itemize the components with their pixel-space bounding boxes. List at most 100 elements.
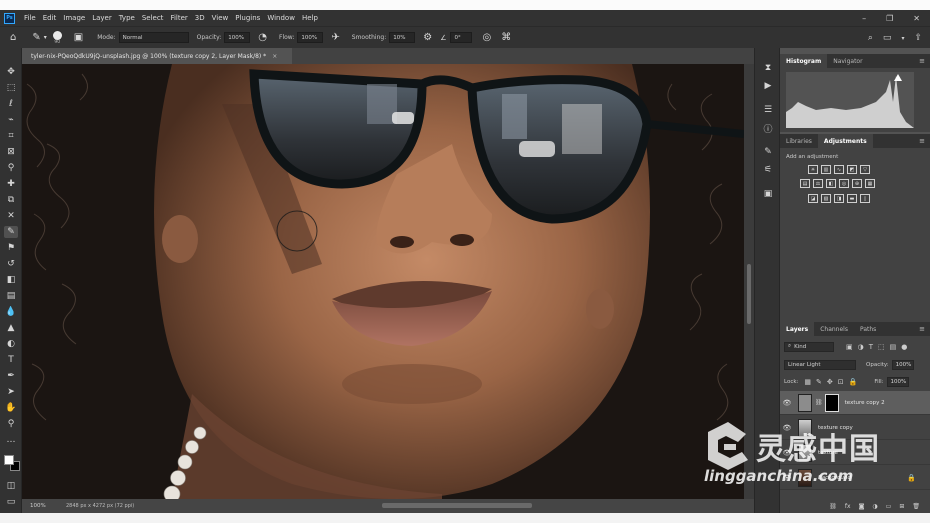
visibility-eye-icon[interactable]: 👁 — [780, 449, 794, 457]
workspace-icon[interactable]: ▭ — [883, 33, 892, 43]
home-icon[interactable]: ⌂ — [10, 32, 16, 43]
visibility-eye-icon[interactable]: 👁 — [780, 424, 794, 432]
zoom-icon[interactable]: ⚲ — [4, 418, 18, 430]
channel-mixer-icon[interactable]: ⊕ — [852, 179, 862, 188]
content-aware-icon[interactable]: ✕ — [4, 210, 18, 222]
layer-opacity-field[interactable]: 100% — [891, 359, 914, 370]
visibility-eye-icon[interactable]: 👁 — [780, 399, 794, 407]
gear-icon[interactable]: ⚙ — [423, 32, 432, 43]
brushes-icon[interactable]: ✎ — [762, 146, 774, 158]
document-tab[interactable]: tyler-nix-PQeoQdkU9jQ-unsplash.jpg @ 100… — [22, 48, 292, 64]
tab-channels[interactable]: Channels — [814, 322, 854, 336]
brush-settings-icon[interactable]: ▣ — [74, 32, 83, 43]
tab-paths[interactable]: Paths — [854, 322, 882, 336]
menu-help[interactable]: Help — [302, 14, 318, 22]
type-icon[interactable]: T — [4, 354, 18, 366]
posterize-icon[interactable]: ▧ — [821, 194, 831, 203]
selective-color-icon[interactable]: ▯ — [860, 194, 870, 203]
menu-filter[interactable]: Filter — [170, 14, 187, 22]
lock-icons[interactable]: ▦✎✥⊡🔒 — [804, 378, 862, 386]
angle-icon[interactable]: ∠ — [440, 34, 446, 42]
tab-histogram[interactable]: Histogram — [780, 54, 828, 68]
layer-row[interactable]: 👁 texture — [780, 441, 930, 465]
brush-settings-icon[interactable]: ⚟ — [762, 164, 774, 176]
curves-icon[interactable]: ∿ — [834, 165, 844, 174]
pressure-opacity-icon[interactable]: ◔ — [258, 32, 267, 43]
menu-window[interactable]: Window — [267, 14, 295, 22]
mode-select[interactable]: Normal — [118, 32, 189, 43]
exposure-icon[interactable]: ◩ — [847, 165, 857, 174]
info-icon[interactable]: ⓘ — [762, 122, 774, 135]
frame-icon[interactable]: ⊠ — [4, 146, 18, 158]
angle-field[interactable]: 0° — [450, 32, 473, 43]
chain-link-icon[interactable]: ⛓ — [815, 399, 823, 406]
minimize-icon[interactable]: – — [862, 14, 866, 23]
gradient-icon[interactable]: ▤ — [4, 290, 18, 302]
vibrance-icon[interactable]: ▽ — [860, 165, 870, 174]
eraser-icon[interactable]: ◧ — [4, 274, 18, 286]
actions-play-icon[interactable]: ▶ — [762, 80, 774, 92]
healing-icon[interactable]: ✚ — [4, 178, 18, 190]
chevron-down-icon[interactable]: ▾ — [44, 34, 47, 41]
screen-mode-icon[interactable]: ▭ — [4, 496, 18, 508]
vertical-scrollbar[interactable] — [744, 64, 754, 499]
pen-icon[interactable]: ✒ — [4, 370, 18, 382]
close-tab-icon[interactable]: × — [272, 53, 277, 60]
stamp-icon[interactable]: ⚑ — [4, 242, 18, 254]
quick-select-icon[interactable]: ⌁ — [4, 114, 18, 126]
menu-view[interactable]: View — [212, 14, 229, 22]
threshold-icon[interactable]: ◨ — [834, 194, 844, 203]
menu-file[interactable]: File — [24, 14, 36, 22]
link-layers-icon[interactable]: ⛓ — [829, 503, 837, 510]
zoom-level[interactable]: 100% — [30, 503, 60, 509]
opacity-field[interactable]: 100% — [224, 32, 251, 43]
pressure-size-icon[interactable]: ◎ — [482, 32, 491, 43]
black-white-icon[interactable]: ◧ — [826, 179, 836, 188]
vertical-scroll-thumb[interactable] — [747, 264, 751, 324]
menu-3d[interactable]: 3D — [195, 14, 205, 22]
chevron-down-icon[interactable]: ▾ — [901, 35, 904, 42]
new-layer-icon[interactable]: ⊞ — [899, 503, 904, 510]
smoothing-field[interactable]: 10% — [389, 32, 416, 43]
tab-libraries[interactable]: Libraries — [780, 134, 818, 148]
brush-preset-icon[interactable]: ✎ — [32, 32, 40, 43]
levels-icon[interactable]: ▥ — [821, 165, 831, 174]
menu-layer[interactable]: Layer — [92, 14, 112, 22]
hue-saturation-icon[interactable]: ▤ — [800, 179, 810, 188]
panel-menu-icon[interactable]: ≡ — [919, 325, 925, 333]
lock-icon[interactable]: 🔒 — [907, 474, 916, 482]
horizontal-scroll-thumb[interactable] — [382, 503, 532, 508]
flow-field[interactable]: 100% — [297, 32, 324, 43]
history-icon[interactable]: ⧗ — [762, 62, 774, 74]
layer-mask-thumbnail[interactable] — [824, 393, 839, 412]
menu-plugins[interactable]: Plugins — [235, 14, 260, 22]
blend-mode-select[interactable]: Linear Light — [784, 359, 856, 370]
search-icon[interactable]: ⌕ — [868, 33, 873, 43]
photo-filter-icon[interactable]: ◎ — [839, 179, 849, 188]
restore-icon[interactable]: ❐ — [886, 14, 893, 23]
invert-icon[interactable]: ◪ — [808, 194, 818, 203]
brightness-icon[interactable]: ☀ — [808, 165, 818, 174]
tab-layers[interactable]: Layers — [780, 322, 815, 336]
properties-icon[interactable]: ☰ — [762, 104, 774, 116]
share-icon[interactable]: ⇪ — [914, 33, 922, 43]
group-icon[interactable]: ▭ — [886, 503, 892, 510]
hand-icon[interactable]: ✋ — [4, 402, 18, 414]
menu-edit[interactable]: Edit — [43, 14, 57, 22]
airbrush-icon[interactable]: ✈ — [331, 32, 339, 43]
document-canvas[interactable] — [22, 64, 744, 499]
layer-row[interactable]: 👁 Background 🔒 — [780, 466, 930, 490]
brush-icon[interactable]: ✎ — [4, 226, 18, 238]
color-swatches[interactable] — [4, 455, 20, 471]
dodge-icon[interactable]: ◐ — [4, 338, 18, 350]
menu-image[interactable]: Image — [63, 14, 85, 22]
adjustment-layer-icon[interactable]: ◑ — [872, 503, 877, 510]
lasso-icon[interactable]: ℓ — [4, 98, 18, 110]
glyphs-icon[interactable]: ▣ — [762, 188, 774, 200]
document-info[interactable]: 2848 px x 4272 px (72 ppi) — [66, 503, 134, 509]
brush-size-picker[interactable]: 90 — [52, 30, 62, 45]
foreground-color-swatch[interactable] — [4, 455, 14, 465]
symmetry-icon[interactable]: ⌘ — [501, 32, 511, 43]
color-lookup-icon[interactable]: ▦ — [865, 179, 875, 188]
menu-select[interactable]: Select — [142, 14, 164, 22]
